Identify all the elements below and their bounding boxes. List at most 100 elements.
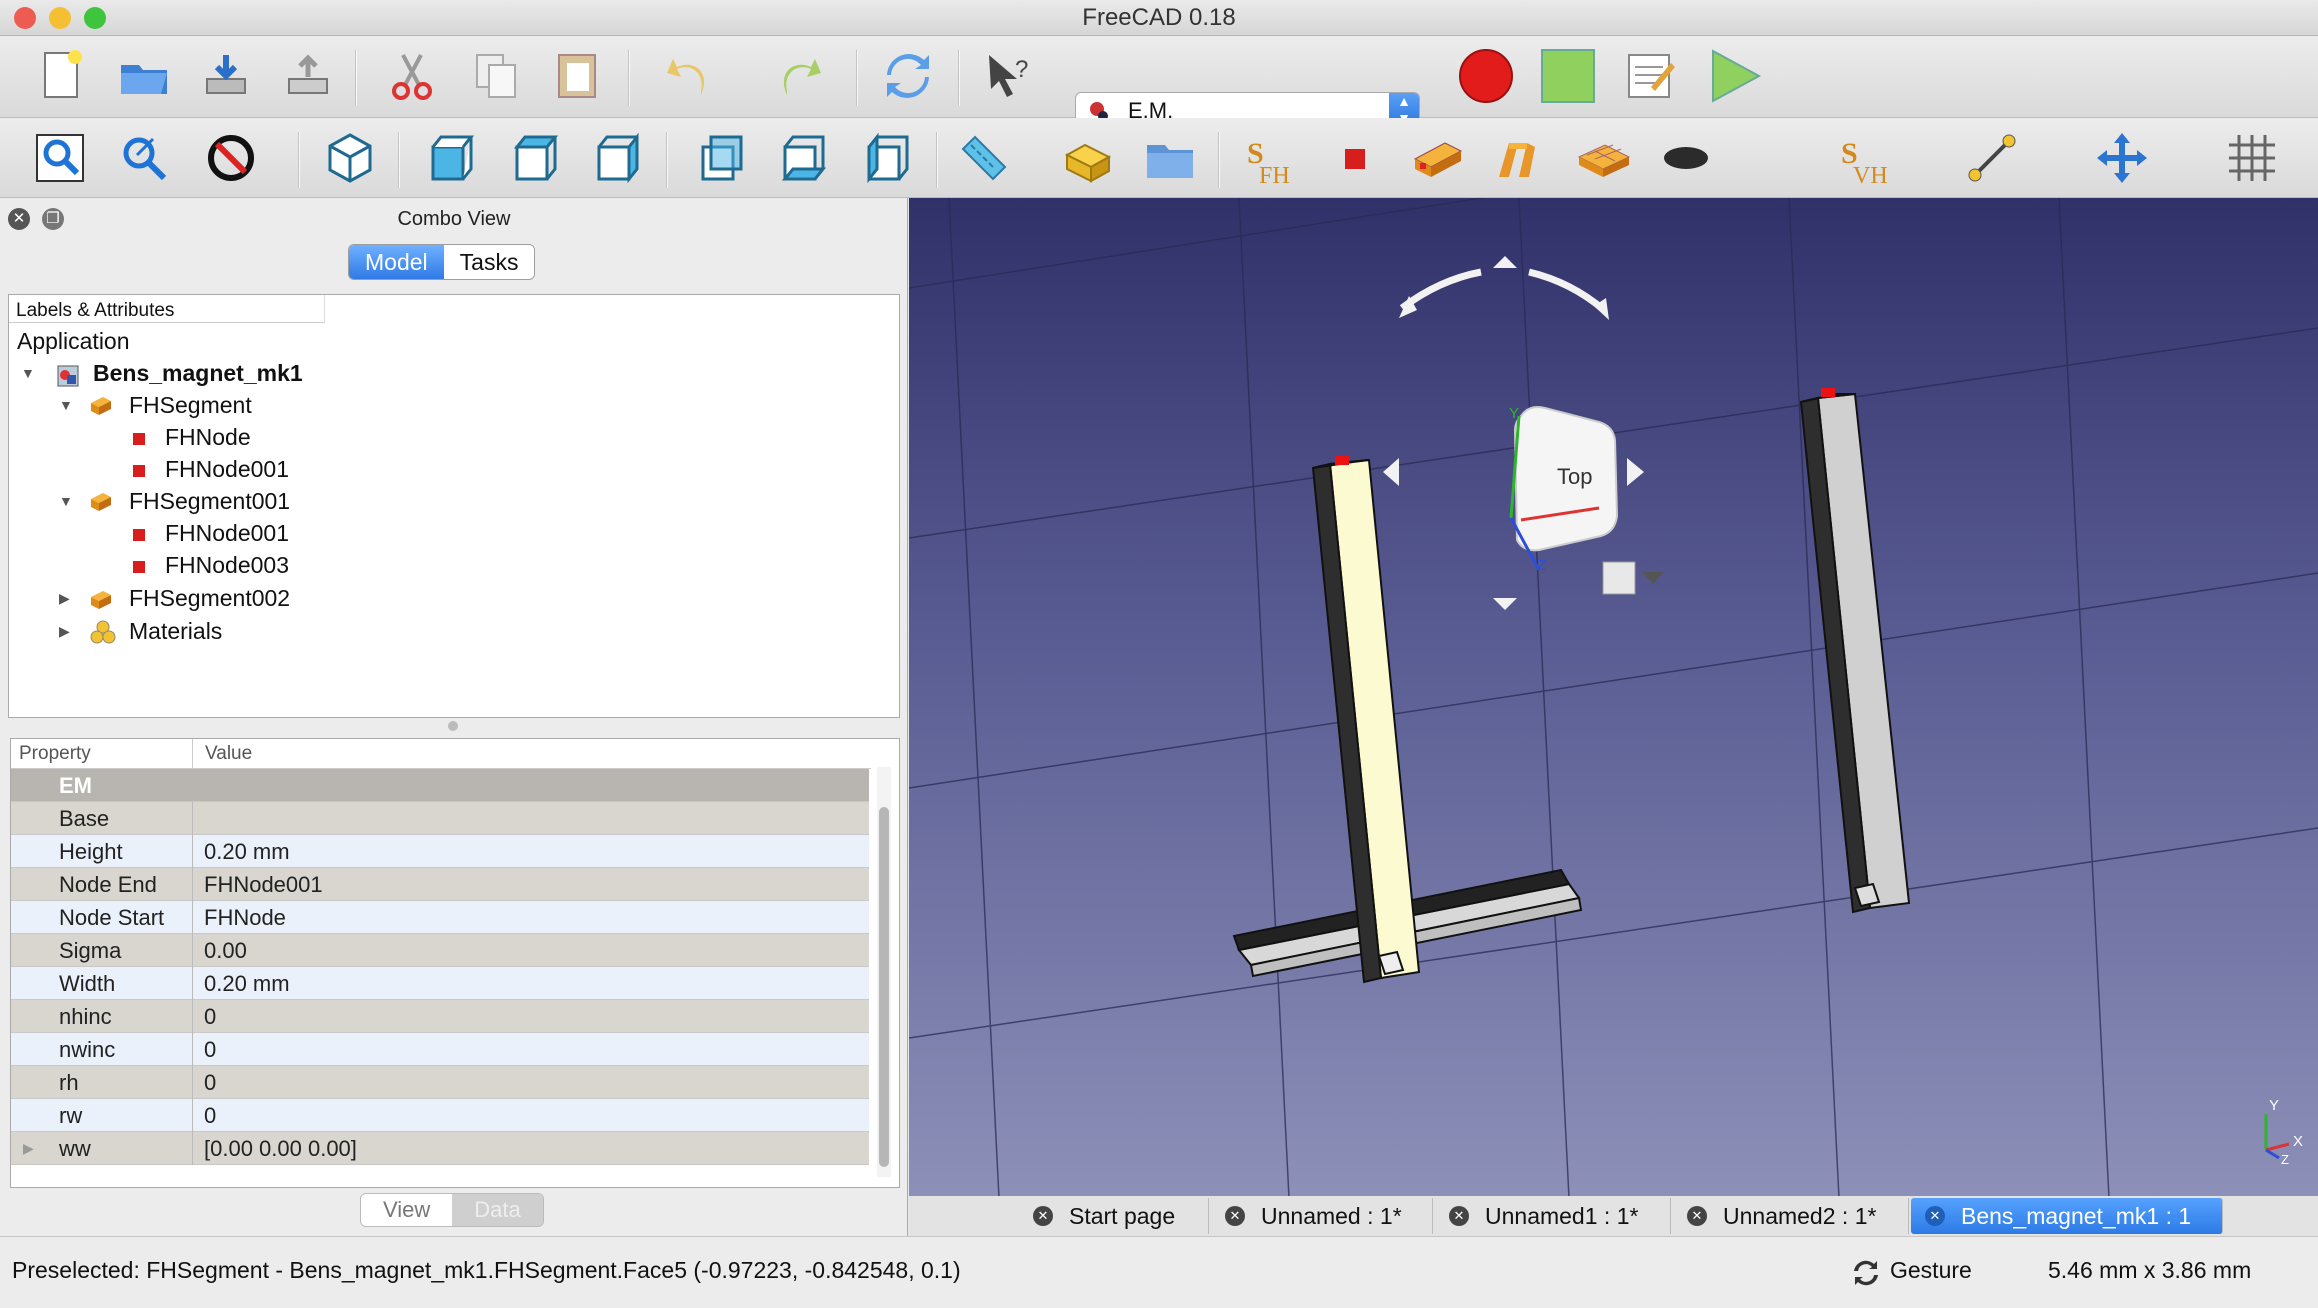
close-tab-icon[interactable]: ✕ (1449, 1206, 1469, 1226)
undo-icon[interactable] (660, 46, 720, 106)
property-row[interactable]: rw 0 (11, 1099, 869, 1132)
property-value[interactable]: [0.00 0.00 0.00] (204, 1132, 357, 1165)
view-right-icon[interactable] (586, 128, 646, 188)
property-row[interactable]: Base (11, 802, 869, 835)
tab-model[interactable]: Model (349, 245, 444, 279)
fh-path-icon[interactable] (1490, 128, 1550, 188)
refresh-icon[interactable] (878, 46, 938, 106)
expand-arrow-icon[interactable]: ▼ (59, 389, 73, 421)
expand-arrow-icon[interactable]: ▼ (59, 485, 73, 517)
tree-item-materials[interactable]: Materials (129, 615, 222, 647)
tab-data[interactable]: Data (452, 1194, 543, 1226)
pan-up-arrow[interactable] (1493, 256, 1517, 268)
view-top-icon[interactable] (504, 128, 564, 188)
tree-item-document[interactable]: Bens_magnet_mk1 (93, 357, 303, 389)
doc-tab-start-page[interactable]: ✕ Start page (1019, 1198, 1209, 1234)
view-left-icon[interactable] (856, 128, 916, 188)
property-row[interactable]: rh 0 (11, 1066, 869, 1099)
redo-icon[interactable] (768, 46, 828, 106)
tab-view[interactable]: View (361, 1194, 453, 1226)
property-value[interactable]: 0.00 (204, 934, 247, 967)
property-value[interactable]: 0 (204, 1033, 216, 1066)
tab-tasks[interactable]: Tasks (443, 245, 535, 279)
move-icon[interactable] (2092, 128, 2152, 188)
doc-tab-unnamed2[interactable]: ✕ Unnamed2 : 1* (1673, 1198, 1909, 1234)
save-as-icon[interactable] (278, 46, 338, 106)
close-tab-icon[interactable]: ✕ (1925, 1206, 1945, 1226)
new-document-icon[interactable] (32, 46, 92, 106)
expand-arrow-icon[interactable]: ▼ (21, 357, 35, 389)
fh-node-marker[interactable] (1335, 456, 1349, 465)
rotate-cw-arrow[interactable] (1528, 268, 1607, 313)
tree-item-segment[interactable]: FHSegment (129, 389, 252, 421)
panel-splitter-handle[interactable] (448, 721, 458, 731)
view-rear-icon[interactable] (690, 128, 750, 188)
property-row[interactable]: Node Start FHNode (11, 901, 869, 934)
property-value[interactable]: FHNode001 (204, 868, 323, 901)
macros-icon[interactable] (1620, 46, 1680, 106)
close-tab-icon[interactable]: ✕ (1687, 1206, 1707, 1226)
property-value[interactable]: FHNode (204, 901, 286, 934)
property-row[interactable]: nwinc 0 (11, 1033, 869, 1066)
property-group-row[interactable]: EM (11, 769, 869, 802)
part-icon[interactable] (1058, 128, 1118, 188)
property-value[interactable]: 0.20 mm (204, 967, 290, 1000)
pan-left-arrow[interactable] (1383, 458, 1399, 486)
property-row[interactable]: Width 0.20 mm (11, 967, 869, 1000)
fh-plane-hole-icon[interactable] (1656, 128, 1716, 188)
collapse-arrow-icon[interactable]: ▶ (59, 615, 70, 647)
doc-tab-unnamed[interactable]: ✕ Unnamed : 1* (1211, 1198, 1433, 1234)
whats-this-icon[interactable]: ? (978, 46, 1038, 106)
rotate-ccw-arrow[interactable] (1399, 268, 1482, 311)
collapse-arrow-icon[interactable]: ▶ (59, 582, 70, 614)
stop-macro-icon[interactable] (1538, 46, 1598, 106)
property-value[interactable]: 0 (204, 1099, 216, 1132)
close-tab-icon[interactable]: ✕ (1033, 1206, 1053, 1226)
grid-icon[interactable] (2222, 128, 2282, 188)
view-bottom-icon[interactable] (772, 128, 832, 188)
fh-node-icon[interactable] (1324, 128, 1384, 188)
save-icon[interactable] (196, 46, 256, 106)
fasthenry-solver-icon[interactable]: S FH (1240, 128, 1300, 188)
fh-segment-icon[interactable] (1408, 128, 1468, 188)
property-value[interactable]: 0 (204, 1000, 216, 1033)
tree-item-node[interactable]: FHNode003 (165, 549, 289, 581)
property-row[interactable]: Node End FHNode001 (11, 868, 869, 901)
expand-arrow-icon[interactable]: ▶ (23, 1132, 34, 1165)
3d-viewport[interactable]: Top Y Z Y X Z (909, 198, 2318, 1198)
tree-item-node[interactable]: FHNode (165, 421, 251, 453)
tree-item-segment[interactable]: FHSegment002 (129, 582, 290, 614)
doc-tab-unnamed1[interactable]: ✕ Unnamed1 : 1* (1435, 1198, 1671, 1234)
draw-style-icon[interactable] (204, 128, 264, 188)
execute-macro-icon[interactable] (1704, 46, 1764, 106)
property-row[interactable]: ▶ ww [0.00 0.00 0.00] (11, 1132, 869, 1165)
navigation-style-icon[interactable] (1852, 1259, 1880, 1287)
fh-planeshape-icon[interactable] (1574, 128, 1634, 188)
cut-icon[interactable] (382, 46, 442, 106)
property-row[interactable]: nhinc 0 (11, 1000, 869, 1033)
fh-segment-solid-highlighted[interactable] (1311, 456, 1421, 984)
navigation-cube[interactable]: Top Y Z (1383, 256, 1664, 610)
view-menu-dropdown-icon[interactable] (1642, 572, 1664, 584)
pan-down-arrow[interactable] (1493, 598, 1517, 610)
navigation-style-label[interactable]: Gesture (1890, 1257, 1972, 1284)
view-isometric-icon[interactable] (320, 128, 380, 188)
fit-all-icon[interactable] (30, 128, 90, 188)
property-row[interactable]: Sigma 0.00 (11, 934, 869, 967)
fit-selection-icon[interactable] (114, 128, 174, 188)
copy-icon[interactable] (466, 46, 526, 106)
paste-icon[interactable] (548, 46, 608, 106)
tree-item-segment[interactable]: FHSegment001 (129, 485, 290, 517)
property-scrollbar[interactable] (877, 767, 891, 1177)
record-macro-icon[interactable] (1456, 46, 1516, 106)
tree-item-node[interactable]: FHNode001 (165, 517, 289, 549)
vectorhenry-solver-icon[interactable]: S VH (1834, 128, 1894, 188)
group-folder-icon[interactable] (1140, 128, 1200, 188)
measure-distance-icon[interactable] (954, 128, 1014, 188)
property-row[interactable]: Height 0.20 mm (11, 835, 869, 868)
view-front-icon[interactable] (420, 128, 480, 188)
pan-right-arrow[interactable] (1627, 458, 1644, 486)
view-menu-cube-icon[interactable] (1602, 561, 1636, 595)
fh-node-marker[interactable] (1821, 388, 1835, 397)
close-tab-icon[interactable]: ✕ (1225, 1206, 1245, 1226)
